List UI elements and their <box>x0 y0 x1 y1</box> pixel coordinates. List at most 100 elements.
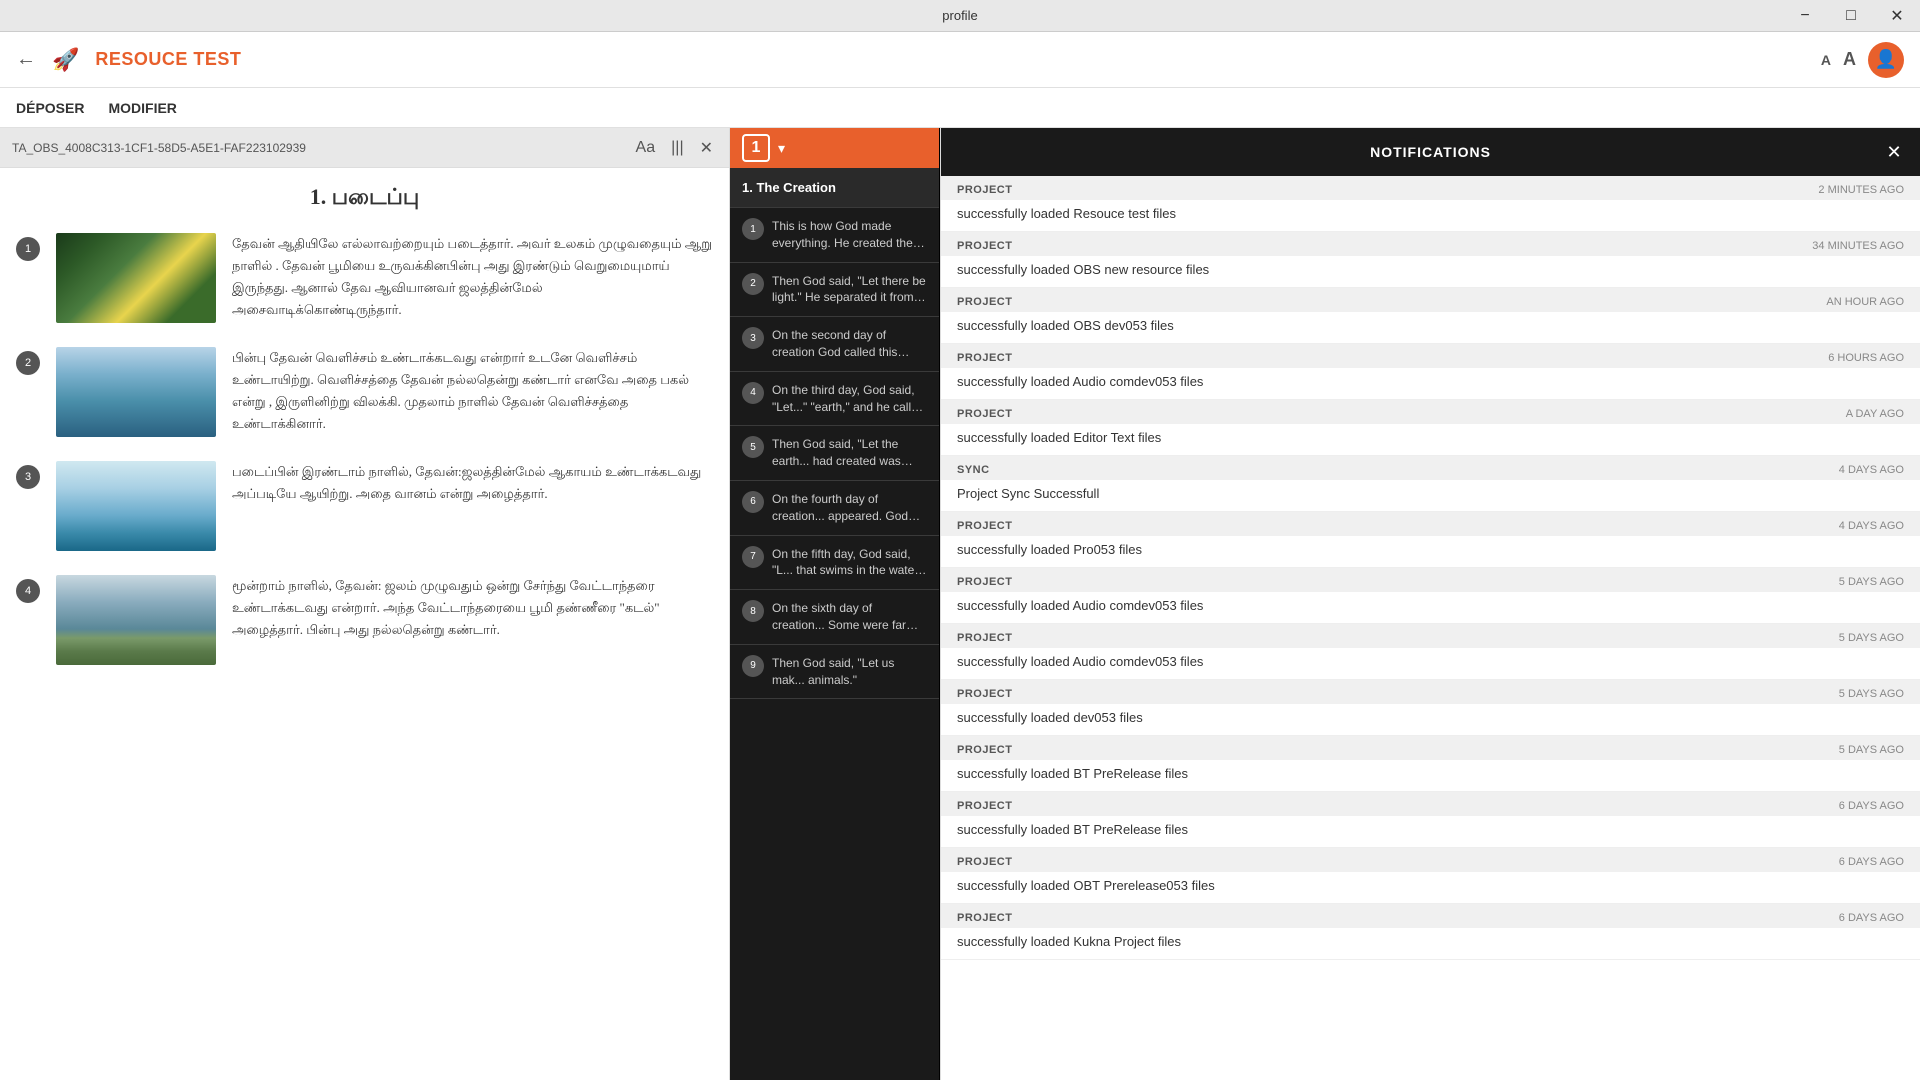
notification-type: PROJECT <box>957 856 1012 868</box>
verse-text: தேவன் ஆதியிலே எல்லாவற்றையும் படைத்தார். … <box>232 233 713 321</box>
nav-item-deposer[interactable]: DÉPOSER <box>16 92 84 124</box>
verse-list-item[interactable]: 2 Then God said, "Let there be light." H… <box>730 263 939 318</box>
notification-item: SYNC 4 DAYS AGO Project Sync Successfull <box>941 456 1920 512</box>
verse-text: மூன்றாம் நாளில், தேவன்: ஜலம் முழுவதும் ஒ… <box>232 575 713 641</box>
avatar-icon: 👤 <box>1875 49 1897 70</box>
verse-item-number: 9 <box>742 655 764 677</box>
verse-list-item[interactable]: 7 On the fifth day, God said, "L... that… <box>730 536 939 591</box>
chapter-heading-text: 1. The Creation <box>742 180 927 195</box>
left-panel: TA_OBS_4008C313-1CF1-58D5-A5E1-FAF223102… <box>0 128 730 1080</box>
verse-list-item[interactable]: 1 This is how God made everything. He cr… <box>730 208 939 263</box>
verse-list-item[interactable]: 5 Then God said, "Let the earth... had c… <box>730 426 939 481</box>
verse-item-number: 8 <box>742 600 764 622</box>
notification-message: successfully loaded Kukna Project files <box>941 928 1920 959</box>
verse-list-item[interactable]: 4 On the third day, God said, "Let..." "… <box>730 372 939 427</box>
notification-message: successfully loaded BT PreRelease files <box>941 760 1920 791</box>
notifications-title: NOTIFICATIONS <box>1370 144 1491 160</box>
notification-time: 6 DAYS AGO <box>1839 912 1904 924</box>
app-title: RESOUCE TEST <box>95 49 241 70</box>
nav-item-modifier[interactable]: MODIFIER <box>108 92 176 124</box>
notification-item: PROJECT 6 DAYS AGO successfully loaded O… <box>941 848 1920 904</box>
back-button[interactable]: ← <box>16 48 36 71</box>
verse-block: 2 பின்பு தேவன் வெளிச்சம் உண்டாக்கடவது என… <box>16 347 713 437</box>
verse-list-item[interactable]: 9 Then God said, "Let us mak... animals.… <box>730 645 939 700</box>
notification-time: 2 MINUTES AGO <box>1818 184 1904 196</box>
verse-list-item[interactable]: 3 On the second day of creation God call… <box>730 317 939 372</box>
window-title: profile <box>942 8 977 23</box>
font-size-small-button[interactable]: A <box>1821 52 1831 68</box>
notification-time: AN HOUR AGO <box>1826 296 1904 308</box>
nav-bar: DÉPOSER MODIFIER <box>0 88 1920 128</box>
verse-item-number: 2 <box>742 273 764 295</box>
notification-message: Project Sync Successfull <box>941 480 1920 511</box>
verse-item-number: 5 <box>742 436 764 458</box>
notification-message: successfully loaded OBS dev053 files <box>941 312 1920 343</box>
chapter-title: 1. படைப்பு <box>16 184 713 213</box>
close-panel-button[interactable]: ✕ <box>696 134 717 162</box>
notification-item: PROJECT 4 DAYS AGO successfully loaded P… <box>941 512 1920 568</box>
notification-time: 5 DAYS AGO <box>1839 688 1904 700</box>
notification-message: successfully loaded Audio comdev053 file… <box>941 592 1920 623</box>
minimize-button[interactable]: − <box>1782 0 1828 32</box>
notification-header-row: PROJECT 5 DAYS AGO <box>941 624 1920 648</box>
verse-number: 1 <box>16 237 40 261</box>
font-toggle-button[interactable]: Aa <box>632 135 660 161</box>
notification-item: PROJECT 5 DAYS AGO successfully loaded B… <box>941 736 1920 792</box>
notification-time: 4 DAYS AGO <box>1839 520 1904 532</box>
title-bar: profile − □ ✕ <box>0 0 1920 32</box>
notification-time: 5 DAYS AGO <box>1839 632 1904 644</box>
notification-time: 6 HOURS AGO <box>1828 352 1904 364</box>
notification-type: PROJECT <box>957 296 1012 308</box>
verse-block: 4 மூன்றாம் நாளில், தேவன்: ஜலம் முழுவதும்… <box>16 575 713 665</box>
verse-number: 3 <box>16 465 40 489</box>
notification-message: successfully loaded Resouce test files <box>941 200 1920 231</box>
notification-type: PROJECT <box>957 408 1012 420</box>
notification-header-row: PROJECT 2 MINUTES AGO <box>941 176 1920 200</box>
verse-block: 1 தேவன் ஆதியிலே எல்லாவற்றையும் படைத்தார்… <box>16 233 713 323</box>
verse-item-text: On the sixth day of creation... Some wer… <box>772 600 927 634</box>
notification-time: 4 DAYS AGO <box>1839 464 1904 476</box>
notifications-header: NOTIFICATIONS ✕ <box>941 128 1920 176</box>
notification-time: 5 DAYS AGO <box>1839 744 1904 756</box>
notification-message: successfully loaded dev053 files <box>941 704 1920 735</box>
notification-type: PROJECT <box>957 912 1012 924</box>
font-size-large-button[interactable]: A <box>1843 49 1856 70</box>
verse-image <box>56 233 216 323</box>
notification-message: successfully loaded BT PreRelease files <box>941 816 1920 847</box>
verse-item-text: On the fifth day, God said, "L... that s… <box>772 546 927 580</box>
file-id-label: TA_OBS_4008C313-1CF1-58D5-A5E1-FAF223102… <box>12 141 624 155</box>
notification-type: PROJECT <box>957 688 1012 700</box>
notification-header-row: PROJECT A DAY AGO <box>941 400 1920 424</box>
notification-message: successfully loaded OBS new resource fil… <box>941 256 1920 287</box>
verse-number: 2 <box>16 351 40 375</box>
notification-type: PROJECT <box>957 520 1012 532</box>
notification-item: PROJECT 5 DAYS AGO successfully loaded A… <box>941 568 1920 624</box>
notification-header-row: PROJECT 6 HOURS AGO <box>941 344 1920 368</box>
verse-text: பின்பு தேவன் வெளிச்சம் உண்டாக்கடவது என்ற… <box>232 347 713 435</box>
verse-list-item[interactable]: 6 On the fourth day of creation... appea… <box>730 481 939 536</box>
verse-image <box>56 575 216 665</box>
notifications-list: PROJECT 2 MINUTES AGO successfully loade… <box>941 176 1920 1080</box>
notification-type: PROJECT <box>957 352 1012 364</box>
notification-message: successfully loaded Audio comdev053 file… <box>941 648 1920 679</box>
middle-content: 1. The Creation 1 This is how God made e… <box>730 168 939 1080</box>
notification-header-row: PROJECT 4 DAYS AGO <box>941 512 1920 536</box>
back-icon: ← <box>16 48 36 70</box>
close-window-button[interactable]: ✕ <box>1874 0 1920 32</box>
app-header: ← 🚀 RESOUCE TEST A A 👤 <box>0 32 1920 88</box>
notification-type: PROJECT <box>957 184 1012 196</box>
chapter-dropdown-button[interactable]: ▾ <box>778 140 785 157</box>
notification-type: PROJECT <box>957 576 1012 588</box>
maximize-button[interactable]: □ <box>1828 0 1874 32</box>
avatar[interactable]: 👤 <box>1868 42 1904 78</box>
verse-list-item[interactable]: 8 On the sixth day of creation... Some w… <box>730 590 939 645</box>
middle-panel: 1 ▾ 1. The Creation 1 This is how God ma… <box>730 128 940 1080</box>
notifications-close-button[interactable]: ✕ <box>1880 138 1908 166</box>
notification-time: 6 DAYS AGO <box>1839 800 1904 812</box>
notification-time: 34 MINUTES AGO <box>1812 240 1904 252</box>
verse-item-number: 7 <box>742 546 764 568</box>
columns-toggle-button[interactable]: ||| <box>667 135 687 161</box>
notification-time: A DAY AGO <box>1846 408 1904 420</box>
notification-header-row: PROJECT 5 DAYS AGO <box>941 680 1920 704</box>
notification-item: PROJECT AN HOUR AGO successfully loaded … <box>941 288 1920 344</box>
